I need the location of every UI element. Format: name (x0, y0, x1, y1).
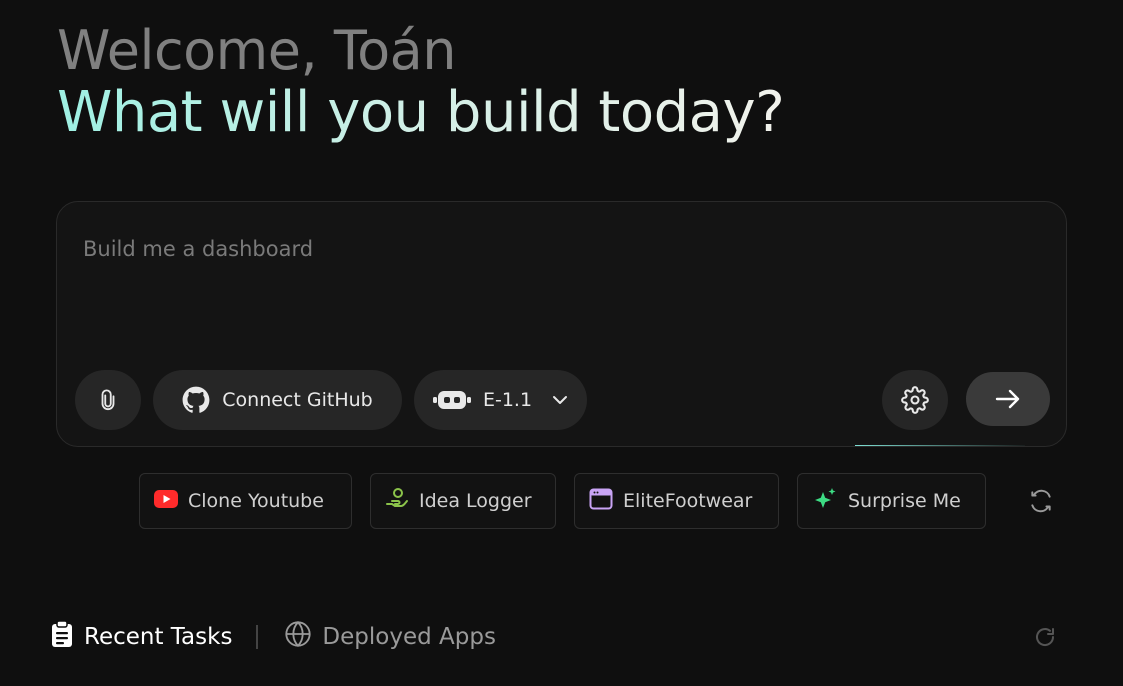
browser-window-icon (589, 488, 613, 515)
tab-label: Deployed Apps (322, 624, 496, 650)
youtube-icon (154, 489, 178, 513)
tab-deployed-apps[interactable]: Deployed Apps (284, 620, 496, 654)
suggestion-chip-surprise-me[interactable]: Surprise Me (797, 473, 986, 529)
github-icon (182, 386, 210, 414)
model-selector[interactable]: E-1.1 (414, 370, 587, 430)
refresh-icon (1028, 489, 1054, 518)
connect-github-button[interactable]: Connect GitHub (153, 370, 402, 430)
robot-icon (432, 388, 471, 412)
suggestion-chip-idea-logger[interactable]: Idea Logger (370, 473, 556, 529)
composer-progress-indicator (855, 445, 1025, 446)
suggestion-chip-elitefootwear[interactable]: EliteFootwear (574, 473, 779, 529)
prompt-composer: Connect GitHub E-1.1 (56, 201, 1067, 447)
attach-button[interactable] (75, 370, 141, 430)
refresh-suggestions-button[interactable] (1028, 488, 1054, 518)
suggestion-chip-clone-youtube[interactable]: Clone Youtube (139, 473, 352, 529)
connect-github-label: Connect GitHub (222, 389, 373, 411)
suggestion-label: Clone Youtube (188, 490, 324, 512)
chevron-down-icon (552, 395, 568, 405)
refresh-icon (1033, 628, 1057, 653)
welcome-heading: Welcome, Toán (57, 19, 457, 82)
task-tabs: Recent Tasks Deployed Apps (50, 620, 496, 654)
page-headline: What will you build today? (57, 80, 785, 145)
refresh-tasks-button[interactable] (1033, 625, 1057, 653)
send-button[interactable] (966, 372, 1050, 426)
model-label: E-1.1 (482, 389, 533, 411)
settings-button[interactable] (882, 370, 948, 430)
gear-icon (901, 386, 929, 414)
arrow-right-icon (994, 387, 1022, 411)
prompt-input[interactable] (81, 228, 1025, 270)
suggestion-label: Surprise Me (848, 490, 961, 512)
tab-recent-tasks[interactable]: Recent Tasks (50, 620, 232, 654)
globe-icon (284, 620, 312, 654)
sparkle-icon (812, 486, 838, 517)
clipboard-icon (50, 620, 74, 654)
tab-divider (256, 625, 259, 649)
paperclip-icon (97, 388, 119, 412)
tab-label: Recent Tasks (84, 624, 233, 650)
suggestion-label: EliteFootwear (623, 490, 753, 512)
idea-hand-icon (385, 487, 409, 516)
suggestion-label: Idea Logger (419, 490, 532, 512)
